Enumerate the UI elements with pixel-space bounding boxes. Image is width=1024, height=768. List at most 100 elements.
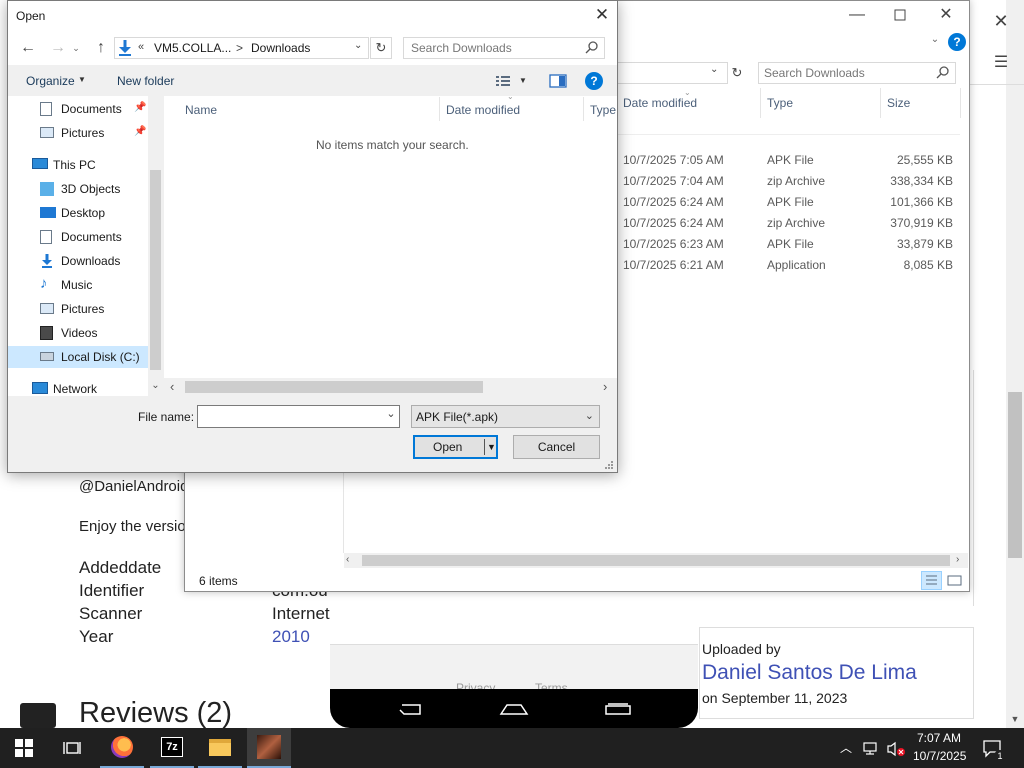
scroll-left-icon[interactable]: ‹ bbox=[170, 379, 174, 394]
open-dropdown-icon[interactable]: ▼ bbox=[487, 437, 496, 457]
explorer-refresh-icon[interactable]: ↻ bbox=[728, 62, 746, 84]
sidebar-item-label: Downloads bbox=[61, 254, 121, 268]
up-arrow-icon[interactable]: ↑ bbox=[91, 38, 111, 58]
volume-muted-icon[interactable] bbox=[886, 740, 906, 758]
view-dropdown-icon[interactable]: ▼ bbox=[519, 76, 527, 85]
file-explorer-taskbar-button[interactable] bbox=[198, 728, 242, 768]
meta-value-year-link[interactable]: 2010 bbox=[272, 627, 310, 647]
sidebar-item-label: Network bbox=[53, 382, 98, 396]
resize-grip-icon[interactable] bbox=[602, 458, 614, 470]
explorer-search-input[interactable]: Search Downloads bbox=[764, 66, 865, 80]
explorer-help-icon[interactable]: ? bbox=[948, 33, 966, 51]
filetype-select[interactable]: APK File(*.apk) ⌄ bbox=[411, 405, 600, 428]
table-row[interactable]: 10/7/2025 6:21 AM Application 8,085 KB bbox=[618, 255, 958, 276]
folder-icon bbox=[209, 738, 231, 756]
firefox-taskbar-button[interactable] bbox=[100, 728, 144, 768]
sidebar-item-music[interactable]: ♪ Music bbox=[8, 274, 148, 296]
forward-arrow-icon[interactable]: → bbox=[48, 38, 68, 58]
page-scrollbar[interactable] bbox=[1006, 0, 1024, 728]
breadcrumb-parent[interactable]: VM5.COLLA... bbox=[154, 41, 231, 55]
breadcrumb-prefix[interactable]: « bbox=[138, 41, 144, 53]
clock-time[interactable]: 7:07 AM bbox=[917, 731, 961, 745]
explorer-col-divider bbox=[880, 88, 881, 118]
table-row[interactable]: 10/7/2025 6:23 AM APK File 33,879 KB bbox=[618, 234, 958, 255]
sidebar-item-network[interactable]: Network bbox=[8, 378, 148, 400]
sidebar-item-pictures-quick[interactable]: Pictures 📌 bbox=[8, 122, 148, 144]
task-view-button[interactable] bbox=[50, 728, 94, 768]
organize-button[interactable]: Organize ▼ bbox=[20, 71, 92, 91]
back-icon[interactable] bbox=[398, 702, 424, 716]
dialog-search-icon[interactable] bbox=[583, 39, 601, 57]
page-scroll-down-icon[interactable]: ▼ bbox=[1008, 712, 1022, 726]
row-type: zip Archive bbox=[767, 216, 826, 230]
dialog-close-icon[interactable]: ✕ bbox=[590, 4, 614, 26]
column-date-modified[interactable]: Date modified bbox=[446, 103, 520, 117]
home-icon[interactable] bbox=[499, 702, 529, 716]
explorer-address-dropdown-icon[interactable]: ⌄ bbox=[710, 64, 724, 80]
breadcrumb-separator-icon[interactable]: > bbox=[236, 41, 243, 55]
scroll-right-icon[interactable]: › bbox=[603, 379, 607, 394]
explorer-search-icon[interactable] bbox=[934, 64, 952, 82]
cancel-button[interactable]: Cancel bbox=[513, 435, 600, 459]
recent-locations-icon[interactable]: ⌄ bbox=[70, 40, 82, 56]
explorer-ribbon-expand-icon[interactable]: ⌄ bbox=[928, 34, 942, 48]
nav-scrollbar-thumb[interactable] bbox=[150, 170, 161, 370]
sidebar-item-videos[interactable]: Videos bbox=[8, 322, 148, 344]
filename-combobox[interactable] bbox=[197, 405, 400, 428]
sidebar-item-pictures[interactable]: Pictures bbox=[8, 298, 148, 320]
open-button[interactable]: Open ▼ bbox=[413, 435, 498, 459]
sidebar-item-local-disk[interactable]: Local Disk (C:) bbox=[8, 346, 148, 368]
sidebar-item-3d-objects[interactable]: 3D Objects bbox=[8, 178, 148, 200]
recents-icon[interactable] bbox=[604, 703, 632, 716]
sidebar-item-desktop[interactable]: Desktop bbox=[8, 202, 148, 224]
page-scrollbar-thumb[interactable] bbox=[1008, 392, 1022, 558]
refresh-icon[interactable]: ↻ bbox=[370, 37, 392, 59]
filename-dropdown-icon[interactable]: ⌄ bbox=[384, 407, 398, 425]
explorer-col-date[interactable]: Date modified bbox=[623, 96, 697, 110]
start-button[interactable] bbox=[2, 728, 46, 768]
sidebar-item-documents[interactable]: Documents bbox=[8, 226, 148, 248]
table-row[interactable]: 10/7/2025 7:04 AM zip Archive 338,334 KB bbox=[618, 171, 958, 192]
description-text: Enjoy the version bbox=[79, 518, 195, 535]
explorer-minimize-icon[interactable]: — bbox=[846, 4, 868, 26]
browser-menu-icon[interactable]: ☰ bbox=[990, 52, 1012, 74]
app-taskbar-button[interactable] bbox=[247, 728, 291, 768]
explorer-scroll-right-icon[interactable]: › bbox=[956, 554, 959, 565]
table-row[interactable]: 10/7/2025 6:24 AM APK File 101,366 KB bbox=[618, 192, 958, 213]
new-folder-button[interactable]: New folder bbox=[117, 74, 174, 88]
change-view-icon[interactable] bbox=[494, 72, 512, 90]
explorer-col-size[interactable]: Size bbox=[887, 96, 910, 110]
preview-pane-icon[interactable] bbox=[548, 72, 568, 90]
clock-date[interactable]: 10/7/2025 bbox=[913, 749, 966, 763]
explorer-close-icon[interactable]: ✕ bbox=[935, 4, 957, 26]
dialog-search-input[interactable]: Search Downloads bbox=[411, 41, 512, 55]
dialog-help-icon[interactable]: ? bbox=[585, 72, 603, 90]
uploaded-by-label: Uploaded by bbox=[702, 641, 781, 657]
column-type[interactable]: Type bbox=[590, 103, 616, 117]
sidebar-item-downloads[interactable]: Downloads bbox=[8, 250, 148, 272]
phone-footer-bar bbox=[330, 644, 698, 689]
file-hscrollbar-thumb[interactable] bbox=[185, 381, 483, 393]
network-status-icon[interactable] bbox=[862, 740, 880, 756]
uploaded-date: on September 11, 2023 bbox=[702, 690, 848, 706]
address-dropdown-icon[interactable]: ⌄ bbox=[354, 40, 366, 56]
explorer-col-type[interactable]: Type bbox=[767, 96, 793, 110]
nav-scroll-down-icon[interactable]: ⌄ bbox=[149, 380, 162, 394]
column-name[interactable]: Name bbox=[185, 103, 217, 117]
dialog-titlebar[interactable] bbox=[8, 1, 617, 31]
browser-close-icon[interactable]: ✕ bbox=[990, 10, 1012, 32]
explorer-maximize-icon[interactable] bbox=[889, 4, 911, 26]
table-row[interactable]: 10/7/2025 7:05 AM APK File 25,555 KB bbox=[618, 150, 958, 171]
details-view-icon[interactable] bbox=[921, 571, 942, 590]
explorer-scroll-left-icon[interactable]: ‹ bbox=[346, 554, 349, 565]
show-hidden-icons-icon[interactable]: ︿ bbox=[838, 738, 854, 758]
uploader-link[interactable]: Daniel Santos De Lima bbox=[702, 661, 917, 685]
breadcrumb-current[interactable]: Downloads bbox=[251, 41, 310, 55]
sidebar-item-this-pc[interactable]: This PC bbox=[8, 154, 148, 176]
large-icons-view-icon[interactable] bbox=[944, 571, 965, 590]
explorer-hscrollbar-thumb[interactable] bbox=[362, 555, 950, 566]
table-row[interactable]: 10/7/2025 6:24 AM zip Archive 370,919 KB bbox=[618, 213, 958, 234]
back-arrow-icon[interactable]: ← bbox=[18, 38, 38, 58]
sidebar-item-documents-quick[interactable]: Documents 📌 bbox=[8, 98, 148, 120]
7zip-taskbar-button[interactable]: 7z bbox=[150, 728, 194, 768]
